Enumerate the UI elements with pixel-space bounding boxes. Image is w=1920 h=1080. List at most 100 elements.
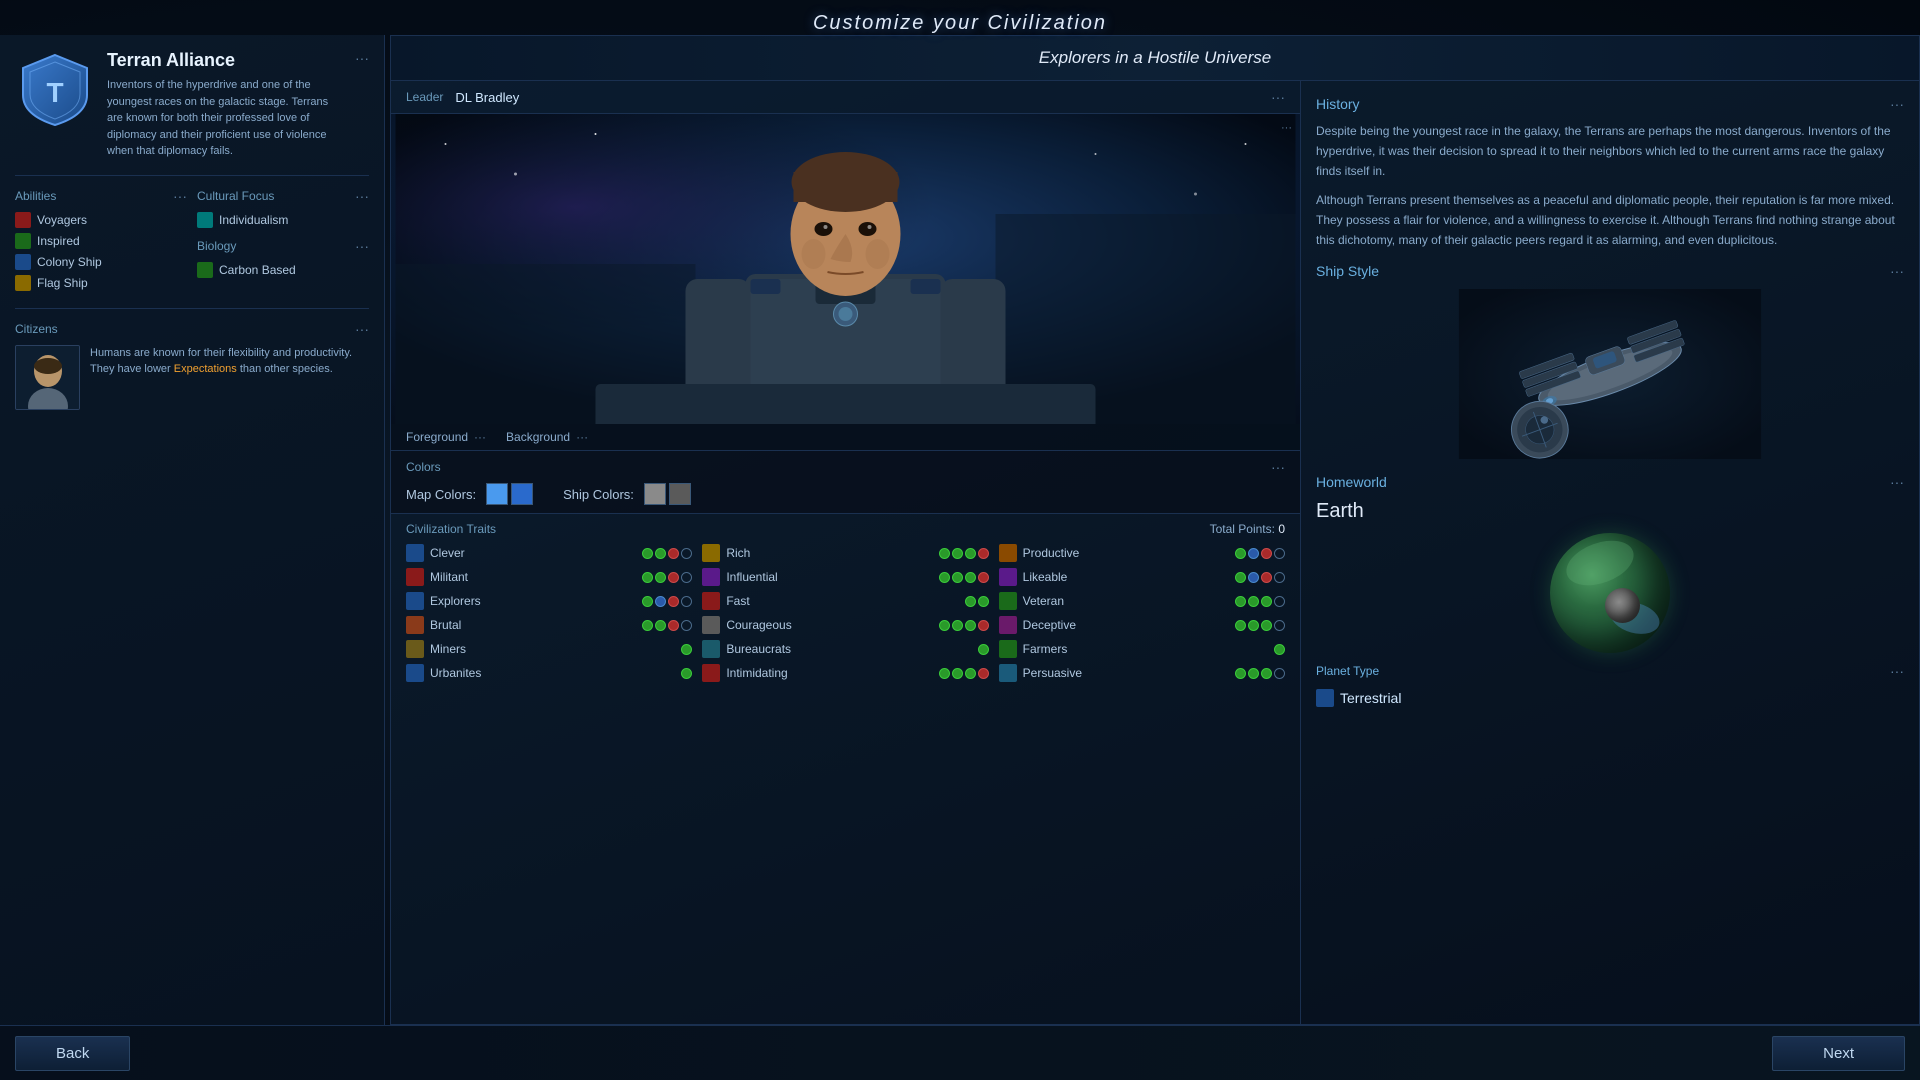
trait-dot-1[interactable]	[655, 548, 666, 559]
trait-item-persuasive[interactable]: Persuasive	[999, 664, 1285, 682]
trait-item-influential[interactable]: Influential	[702, 568, 988, 586]
trait-dot-3[interactable]	[978, 572, 989, 583]
trait-item-brutal[interactable]: Brutal	[406, 616, 692, 634]
trait-dots-fast[interactable]	[965, 596, 989, 607]
trait-dot-3[interactable]	[681, 548, 692, 559]
trait-item-rich[interactable]: Rich	[702, 544, 988, 562]
trait-dot-2[interactable]	[1261, 596, 1272, 607]
trait-dot-3[interactable]	[681, 620, 692, 631]
back-button[interactable]: Back	[15, 1036, 130, 1071]
trait-dot-0[interactable]	[681, 644, 692, 655]
trait-dot-1[interactable]	[952, 668, 963, 679]
trait-dots-farmers[interactable]	[1274, 644, 1285, 655]
trait-dot-0[interactable]	[1235, 668, 1246, 679]
trait-dot-1[interactable]	[1248, 548, 1259, 559]
trait-item-deceptive[interactable]: Deceptive	[999, 616, 1285, 634]
leader-more-button[interactable]: ···	[1271, 89, 1285, 105]
trait-dots-clever[interactable]	[642, 548, 692, 559]
map-color-swatch-1[interactable]	[486, 483, 508, 505]
trait-dot-1[interactable]	[655, 596, 666, 607]
trait-dot-2[interactable]	[965, 572, 976, 583]
trait-dots-persuasive[interactable]	[1235, 668, 1285, 679]
trait-dot-3[interactable]	[681, 572, 692, 583]
trait-dots-rich[interactable]	[939, 548, 989, 559]
trait-dot-0[interactable]	[681, 668, 692, 679]
trait-dot-0[interactable]	[642, 572, 653, 583]
trait-dot-1[interactable]	[1248, 572, 1259, 583]
trait-dot-2[interactable]	[1261, 620, 1272, 631]
trait-dot-3[interactable]	[1274, 668, 1285, 679]
homeworld-more-button[interactable]: ···	[1890, 474, 1904, 490]
trait-dot-2[interactable]	[1261, 668, 1272, 679]
ship-color-swatches[interactable]	[644, 483, 691, 505]
history-more-button[interactable]: ···	[1890, 96, 1904, 112]
trait-dot-1[interactable]	[655, 620, 666, 631]
trait-dots-courageous[interactable]	[939, 620, 989, 631]
trait-dot-3[interactable]	[978, 548, 989, 559]
trait-dots-productive[interactable]	[1235, 548, 1285, 559]
trait-dot-3[interactable]	[681, 596, 692, 607]
trait-dot-0[interactable]	[939, 620, 950, 631]
trait-dots-urbanites[interactable]	[681, 668, 692, 679]
biology-more-button[interactable]: ···	[355, 238, 369, 254]
trait-dot-0[interactable]	[1235, 548, 1246, 559]
map-color-swatches[interactable]	[486, 483, 533, 505]
ship-style-more-button[interactable]: ···	[1890, 263, 1904, 279]
trait-dot-3[interactable]	[978, 668, 989, 679]
trait-item-clever[interactable]: Clever	[406, 544, 692, 562]
abilities-more-button[interactable]: ···	[173, 188, 187, 204]
trait-dot-0[interactable]	[1235, 620, 1246, 631]
trait-dot-1[interactable]	[978, 596, 989, 607]
trait-dot-2[interactable]	[1261, 572, 1272, 583]
trait-dots-deceptive[interactable]	[1235, 620, 1285, 631]
civ-more-button[interactable]: ···	[355, 50, 369, 66]
trait-dot-1[interactable]	[1248, 668, 1259, 679]
trait-dots-explorers[interactable]	[642, 596, 692, 607]
trait-dots-intimidating[interactable]	[939, 668, 989, 679]
trait-item-veteran[interactable]: Veteran	[999, 592, 1285, 610]
foreground-button[interactable]: Foreground ···	[406, 430, 486, 444]
cultural-focus-more-button[interactable]: ···	[355, 188, 369, 204]
background-button[interactable]: Background ···	[506, 430, 588, 444]
trait-dots-bureaucrats[interactable]	[978, 644, 989, 655]
trait-dot-0[interactable]	[965, 596, 976, 607]
trait-dot-2[interactable]	[668, 572, 679, 583]
foreground-more[interactable]: ···	[474, 430, 486, 444]
trait-dots-brutal[interactable]	[642, 620, 692, 631]
trait-dot-3[interactable]	[1274, 572, 1285, 583]
trait-dot-0[interactable]	[939, 548, 950, 559]
map-color-swatch-2[interactable]	[511, 483, 533, 505]
trait-item-likeable[interactable]: Likeable	[999, 568, 1285, 586]
trait-item-fast[interactable]: Fast	[702, 592, 988, 610]
trait-dot-0[interactable]	[642, 620, 653, 631]
trait-item-militant[interactable]: Militant	[406, 568, 692, 586]
trait-dot-0[interactable]	[642, 596, 653, 607]
trait-dot-1[interactable]	[952, 548, 963, 559]
trait-dot-0[interactable]	[939, 572, 950, 583]
trait-dot-3[interactable]	[1274, 548, 1285, 559]
trait-item-courageous[interactable]: Courageous	[702, 616, 988, 634]
trait-dot-0[interactable]	[1274, 644, 1285, 655]
trait-dots-militant[interactable]	[642, 572, 692, 583]
trait-dot-2[interactable]	[668, 548, 679, 559]
trait-dot-3[interactable]	[1274, 620, 1285, 631]
trait-dot-2[interactable]	[1261, 548, 1272, 559]
ship-color-swatch-1[interactable]	[644, 483, 666, 505]
trait-dot-0[interactable]	[978, 644, 989, 655]
trait-dot-2[interactable]	[965, 668, 976, 679]
background-more[interactable]: ···	[576, 430, 588, 444]
trait-item-intimidating[interactable]: Intimidating	[702, 664, 988, 682]
trait-dot-1[interactable]	[1248, 596, 1259, 607]
trait-dot-3[interactable]	[1274, 596, 1285, 607]
next-button[interactable]: Next	[1772, 1036, 1905, 1071]
colors-more-button[interactable]: ···	[1271, 459, 1285, 475]
ship-color-swatch-2[interactable]	[669, 483, 691, 505]
trait-dot-1[interactable]	[1248, 620, 1259, 631]
trait-dot-0[interactable]	[939, 668, 950, 679]
trait-dot-2[interactable]	[965, 548, 976, 559]
planet-type-more-button[interactable]: ···	[1890, 663, 1904, 679]
leader-edit-button[interactable]: ···	[1281, 122, 1292, 134]
trait-dots-veteran[interactable]	[1235, 596, 1285, 607]
trait-dot-2[interactable]	[668, 596, 679, 607]
trait-dot-1[interactable]	[655, 572, 666, 583]
